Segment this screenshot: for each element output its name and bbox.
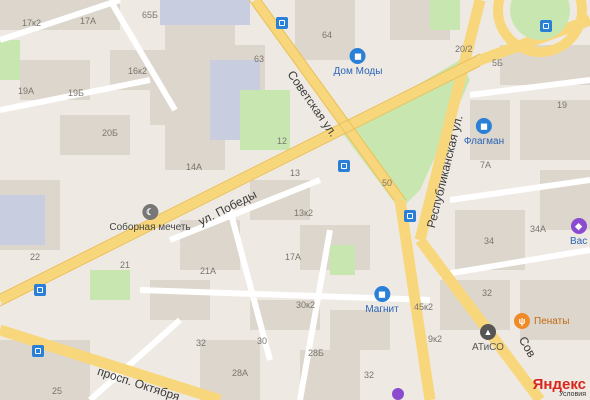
house-number: 16к2 — [128, 66, 147, 76]
house-number: 17к2 — [22, 18, 41, 28]
house-number: 20/2 — [455, 44, 473, 54]
poi-label: Флагман — [463, 136, 505, 147]
poi-label: Вас — [570, 236, 588, 247]
house-number: 13к2 — [294, 208, 313, 218]
house-number: 30к2 — [296, 300, 315, 310]
house-number: 17А — [285, 252, 302, 262]
house-number: 63 — [254, 54, 265, 64]
store-icon: ◆ — [570, 218, 587, 234]
shopping-bag-icon: ◼ — [476, 118, 492, 134]
poi-flagman[interactable]: ◼ Флагман — [464, 118, 504, 147]
bus-stop-icon[interactable] — [540, 20, 552, 32]
restaurant-icon: ψ — [514, 313, 530, 329]
poi-penaty[interactable]: ψ Пенаты — [514, 313, 569, 329]
house-number: 14А — [186, 162, 203, 172]
poi-label: Соборная мечеть — [109, 222, 191, 233]
bus-stop-icon[interactable] — [338, 160, 350, 172]
house-number: 19 — [557, 100, 568, 110]
house-number: 50 — [382, 178, 393, 188]
poi-magnit[interactable]: ◼ Магнит — [365, 286, 399, 315]
house-number: 9к2 — [428, 334, 442, 344]
house-number: 34 — [484, 236, 495, 246]
house-number: 19А — [18, 86, 35, 96]
bus-stop-icon[interactable] — [404, 210, 416, 222]
bus-stop-icon[interactable] — [34, 284, 46, 296]
house-number: 13 — [290, 168, 301, 178]
poi-dom-mody[interactable]: ◼ Дом Моды — [333, 48, 383, 77]
shopping-bag-icon: ◼ — [350, 48, 366, 64]
house-number: 28А — [232, 368, 249, 378]
bus-stop-icon[interactable] — [276, 17, 288, 29]
poi-label: АТиСО — [472, 342, 504, 353]
poi-atiso[interactable]: ▲ АТиСО — [472, 324, 504, 353]
poi-label: Пенаты — [534, 315, 570, 327]
poi-mosque[interactable]: ☾ Соборная мечеть — [109, 204, 191, 233]
yandex-logo[interactable]: Яндекс Условия — [533, 376, 586, 398]
education-icon: ▲ — [480, 324, 496, 340]
house-number: 32 — [364, 370, 375, 380]
poi-label: Магнит — [365, 304, 399, 315]
house-number: 17А — [80, 16, 97, 26]
mosque-icon: ☾ — [142, 204, 158, 220]
poi-vas[interactable]: ◆ Вас — [570, 218, 587, 247]
map-canvas[interactable]: 17к2 17А 65Б 64 20/2 5Б 16к2 63 19 19А 1… — [0, 0, 590, 400]
house-number: 20Б — [102, 128, 118, 138]
house-number: 64 — [322, 30, 333, 40]
shopping-basket-icon: ◼ — [374, 286, 390, 302]
store-icon[interactable] — [392, 388, 404, 400]
house-number: 28Б — [308, 348, 324, 358]
house-number: 30 — [257, 336, 268, 346]
house-number: 12 — [277, 136, 288, 146]
house-number: 19Б — [68, 88, 84, 98]
house-number: 25 — [52, 386, 63, 396]
house-number: 45к2 — [414, 302, 433, 312]
house-number: 65Б — [142, 10, 158, 20]
house-number: 34А — [530, 224, 547, 234]
poi-label: Дом Моды — [333, 66, 383, 77]
house-number: 32 — [482, 288, 493, 298]
house-number: 22 — [30, 252, 41, 262]
house-number: 32 — [196, 338, 207, 348]
house-number: 21 — [120, 260, 131, 270]
house-number: 21А — [200, 266, 217, 276]
house-number: 7А — [480, 160, 492, 170]
bus-stop-icon[interactable] — [32, 345, 44, 357]
house-number: 5Б — [492, 58, 503, 68]
